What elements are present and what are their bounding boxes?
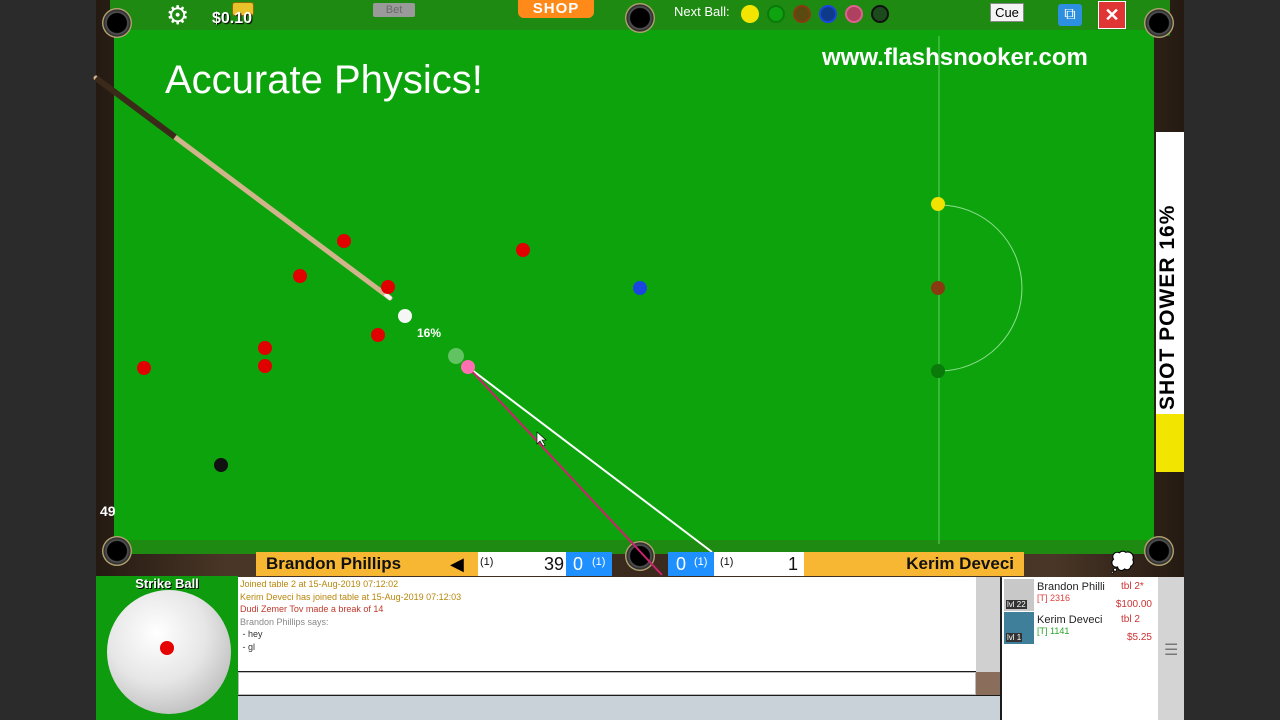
red-ball [381, 280, 395, 294]
chat-line: Joined table 2 at 15-Aug-2019 07:12:02 [240, 579, 399, 589]
brown-ball [931, 281, 945, 295]
next-ball-pink [845, 5, 863, 23]
popout-window-icon[interactable]: ⧉ [1058, 4, 1082, 26]
baulk-d [938, 204, 1023, 372]
turn-arrow-icon: ◀ [450, 554, 464, 574]
player1-frames-box: 0 (1) [566, 552, 612, 576]
chat-send-handle[interactable] [976, 672, 1000, 695]
bet-button[interactable]: Bet [373, 3, 415, 17]
player2-frames-box: 0 (1) [668, 552, 714, 576]
red-ball [137, 361, 151, 375]
player1-score: 39 [543, 554, 564, 574]
chat-line: - gl [240, 641, 256, 652]
chat-line: Kerim Deveci has joined table at 15-Aug-… [240, 591, 462, 602]
strike-ball-title: Strike Ball [135, 576, 199, 591]
player-list-item[interactable]: lvl 1 Kerim Deveci [T] 1141 tbl 2 $5.25 [1004, 612, 1156, 644]
player2-score: 1 [787, 554, 798, 574]
next-ball-label: Next Ball: [674, 4, 730, 19]
red-ball [337, 234, 351, 248]
player2-name: Kerim Deveci [804, 552, 1024, 576]
next-ball-green [767, 5, 785, 23]
player-list-money: $100.00 [1115, 599, 1152, 610]
strike-point-marker[interactable] [160, 641, 174, 655]
chat-input[interactable] [238, 672, 976, 695]
cue-ball [398, 309, 412, 323]
green-ball [931, 364, 945, 378]
red-ball [258, 359, 272, 373]
player2-score-box: (1) 1 [714, 552, 804, 576]
promo-url: www.flashsnooker.com [822, 44, 1088, 71]
blue-ball [633, 281, 647, 295]
aim-line-white [467, 366, 713, 553]
player1-score-box: (1) 39 [478, 552, 566, 576]
aim-line-pink [467, 366, 663, 576]
player-list-table: tbl 2 [1121, 614, 1140, 625]
shop-button[interactable]: SHOP [518, 0, 594, 18]
next-ball-blue [819, 5, 837, 23]
balance-amount: $0.10 [212, 10, 253, 27]
chat-horizontal-scrollbar[interactable] [238, 696, 1000, 720]
cue-butt [94, 75, 177, 140]
ghost-ball [448, 348, 464, 364]
player1-frames: 0 [573, 554, 584, 574]
shot-percent-label: 16% [417, 326, 442, 340]
chat-bubble-icon[interactable]: 💭 [1110, 550, 1135, 575]
player-list-money: $5.25 [1126, 632, 1152, 643]
player-list-name: Brandon Philli [1037, 581, 1105, 593]
promo-title: Accurate Physics! [165, 58, 483, 102]
player1-frames-label: (1) [480, 556, 494, 568]
red-ball [258, 341, 272, 355]
pink-ball [461, 360, 475, 374]
player2-frames: 0 [676, 554, 687, 574]
red-ball [371, 328, 385, 342]
player1-name: Brandon Phillips [256, 552, 478, 576]
player-list-rank: [T] 2316 [1037, 593, 1071, 603]
next-ball-black [871, 5, 889, 23]
player1-frames-sub: (1) [592, 556, 606, 568]
chat-log: Joined table 2 at 15-Aug-2019 07:12:02 K… [238, 577, 976, 671]
player-list-rank: [T] 1141 [1037, 626, 1070, 636]
player-list-name: Kerim Deveci [1037, 614, 1103, 626]
player-level: lvl 22 [1006, 600, 1027, 609]
shot-counter: 49 [100, 503, 116, 519]
mouse-cursor-icon [536, 431, 547, 447]
player-list-table: tbl 2* [1121, 581, 1144, 592]
menu-icon[interactable]: ☰ [1164, 640, 1178, 660]
chat-line: Dudi Zemer Tov made a break of 14 [240, 604, 384, 614]
cue-button[interactable]: Cue [990, 3, 1024, 22]
red-ball [516, 243, 530, 257]
black-ball [214, 458, 228, 472]
next-ball-yellow [741, 5, 759, 23]
close-icon[interactable]: ✕ [1098, 1, 1126, 29]
chat-line: - hey [240, 629, 263, 639]
player2-frames-label: (1) [720, 556, 734, 568]
red-ball [293, 269, 307, 283]
player-list-item[interactable]: lvl 22 Brandon Philli [T] 2316 tbl 2* $1… [1004, 579, 1156, 611]
settings-gear-icon[interactable]: ⚙ [166, 2, 189, 28]
shot-power-label: SHOT POWER 16% [1156, 204, 1179, 410]
player2-frames-sub: (1) [694, 556, 708, 568]
shot-power-fill [1156, 414, 1184, 472]
snooker-app: ⚙ $0.10 Bet SHOP Next Ball: Cue ⧉ ✕ Accu… [0, 0, 1280, 720]
player-level: lvl 1 [1006, 633, 1023, 642]
cue-tip [383, 292, 393, 301]
yellow-ball [931, 197, 945, 211]
chat-line: Brandon Phillips says: [240, 616, 329, 627]
next-ball-brown [793, 5, 811, 23]
